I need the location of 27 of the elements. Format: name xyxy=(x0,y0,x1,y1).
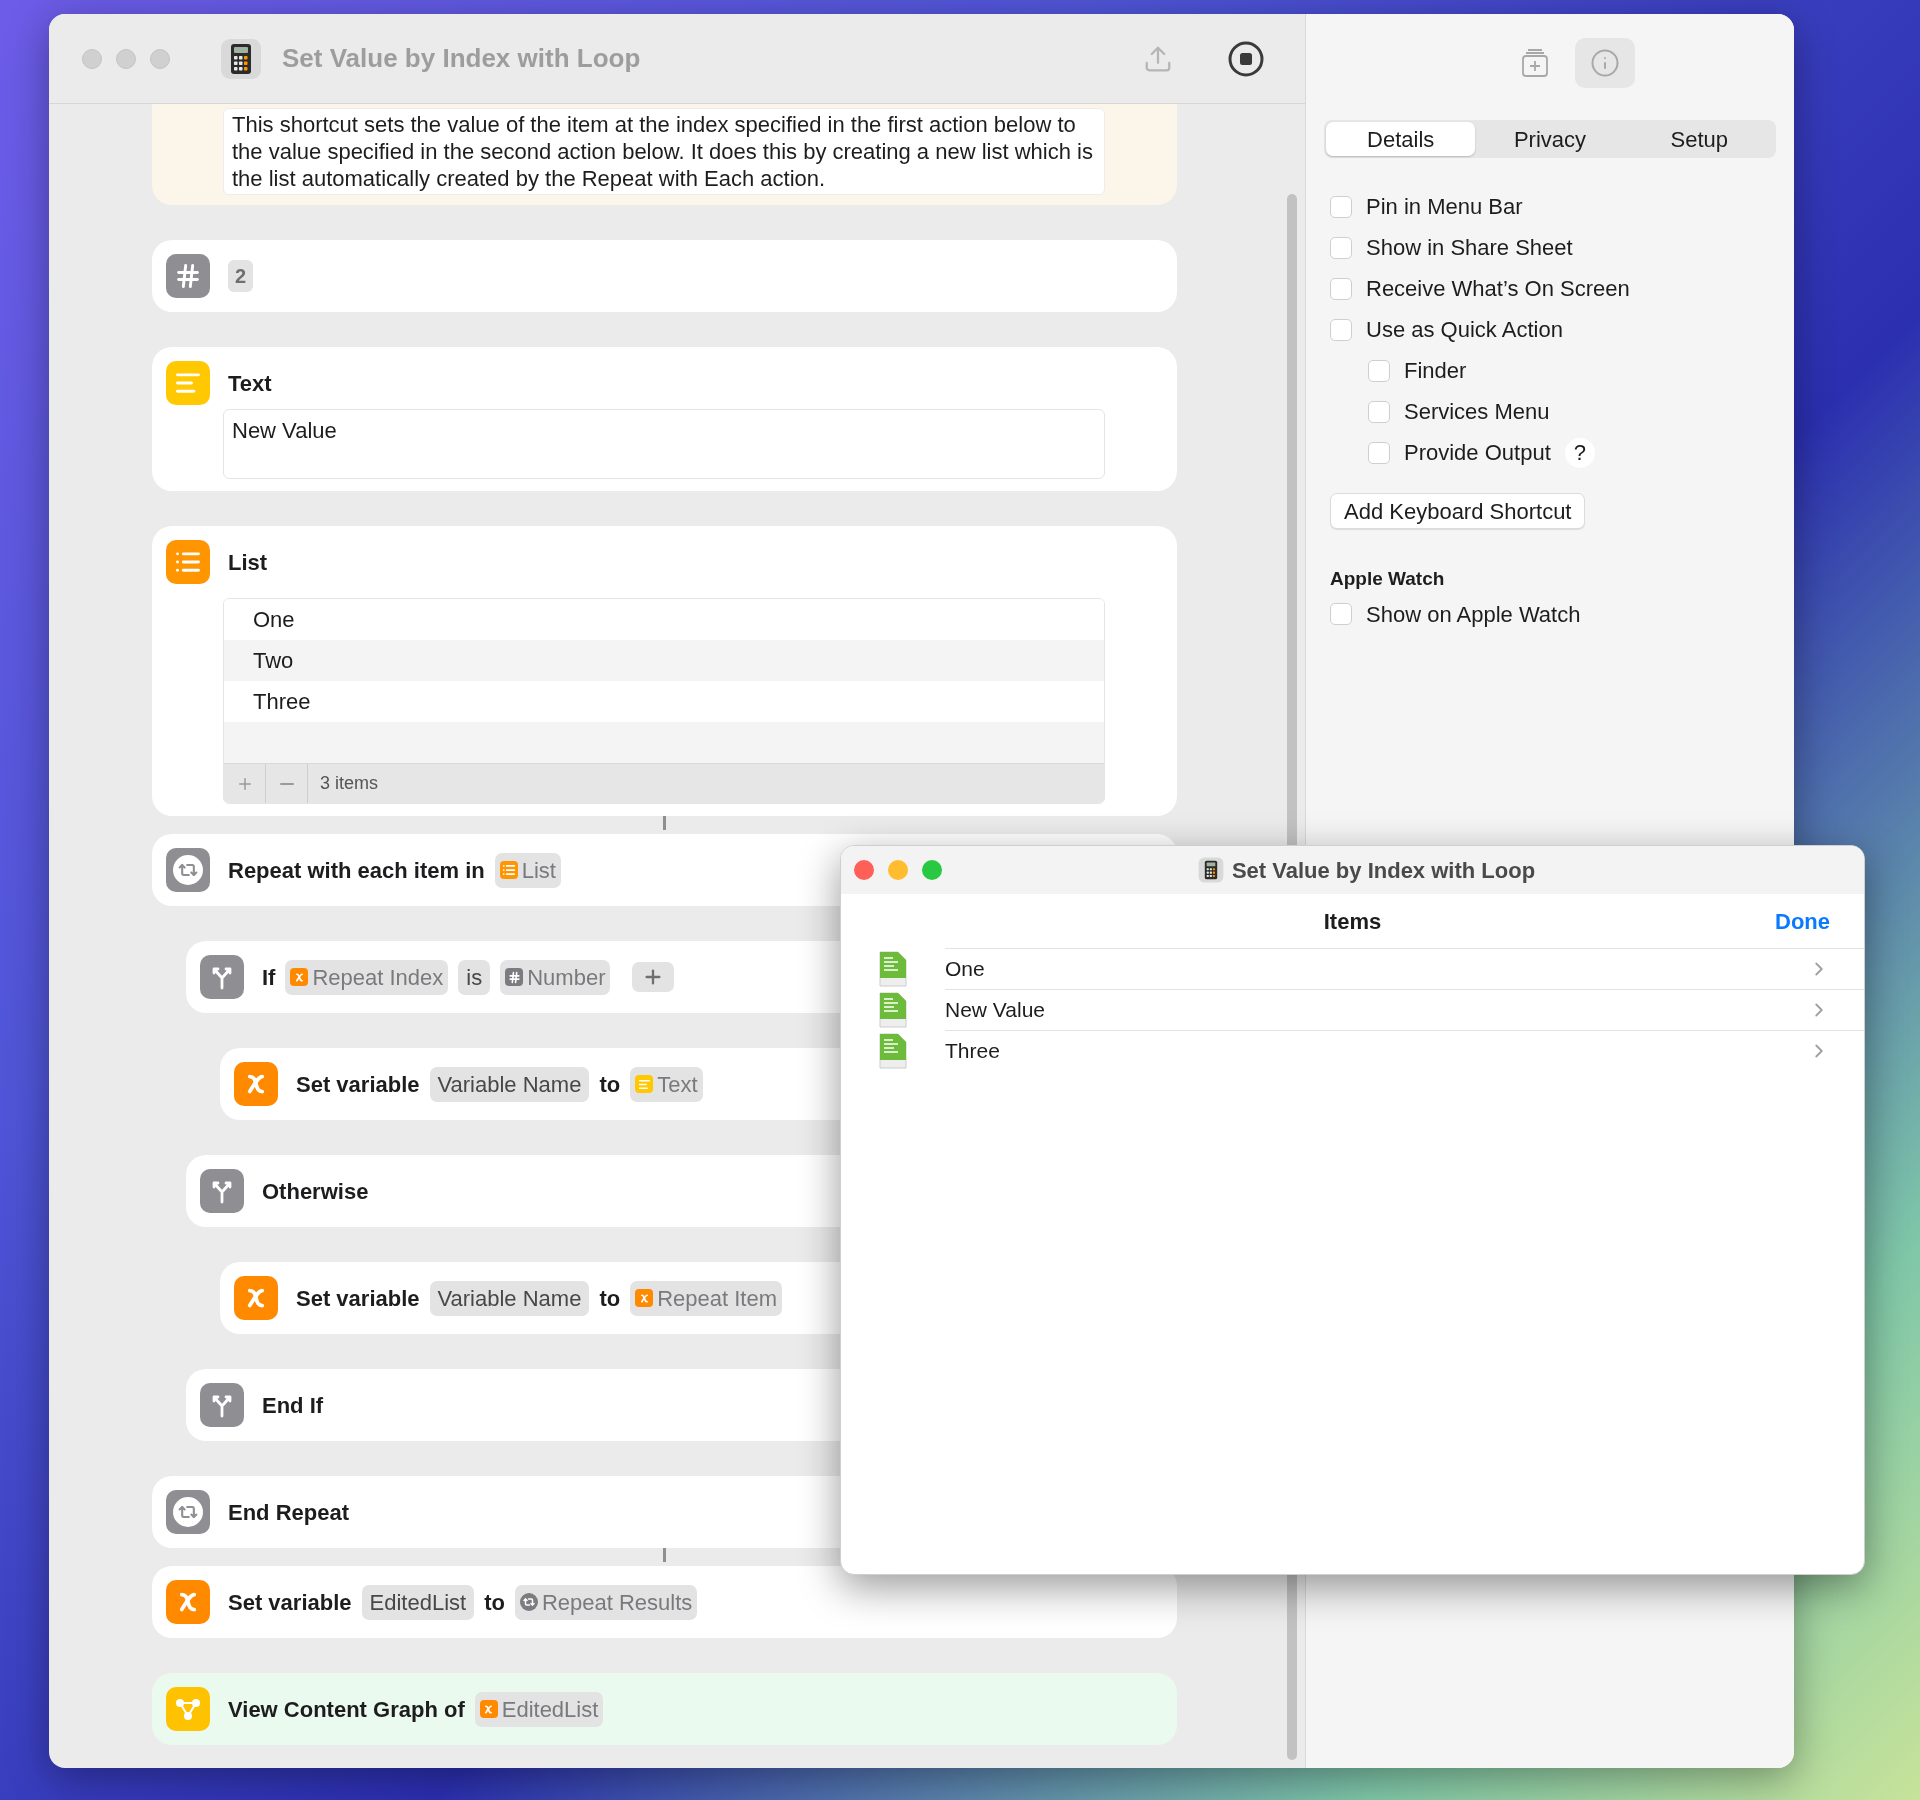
option-label: Finder xyxy=(1404,357,1467,385)
action-label: Repeat with each item in xyxy=(228,856,485,885)
action-label: End If xyxy=(262,1391,324,1420)
action-label: Set variable xyxy=(296,1070,420,1099)
popup-title: Set Value by Index with Loop xyxy=(1231,856,1536,885)
action-label: to xyxy=(599,1070,621,1099)
option-label: Show on Apple Watch xyxy=(1366,600,1581,629)
action-title: List xyxy=(228,548,268,577)
action-label: Set variable xyxy=(228,1588,352,1617)
option-label: Pin in Menu Bar xyxy=(1366,193,1523,221)
action-label: to xyxy=(599,1284,621,1313)
option-label: Use as Quick Action xyxy=(1366,316,1563,344)
option-label: Services Menu xyxy=(1404,398,1550,426)
action-label: Set variable xyxy=(296,1284,420,1313)
action-title: Text xyxy=(228,369,272,398)
item-count: 3 items xyxy=(320,772,379,795)
window-title: Set Value by Index with Loop xyxy=(282,42,641,75)
action-label: End Repeat xyxy=(228,1498,350,1527)
action-label: If xyxy=(262,963,276,992)
option-label: Receive What’s On Screen xyxy=(1366,275,1630,303)
section-heading: Apple Watch xyxy=(1330,567,1446,591)
action-label: to xyxy=(484,1588,505,1617)
action-label: View Content Graph of xyxy=(228,1695,465,1724)
items-heading: Items xyxy=(1323,907,1382,936)
option-label: Show in Share Sheet xyxy=(1366,234,1573,262)
action-label: Otherwise xyxy=(262,1177,369,1206)
option-label: Provide Output xyxy=(1404,439,1551,467)
